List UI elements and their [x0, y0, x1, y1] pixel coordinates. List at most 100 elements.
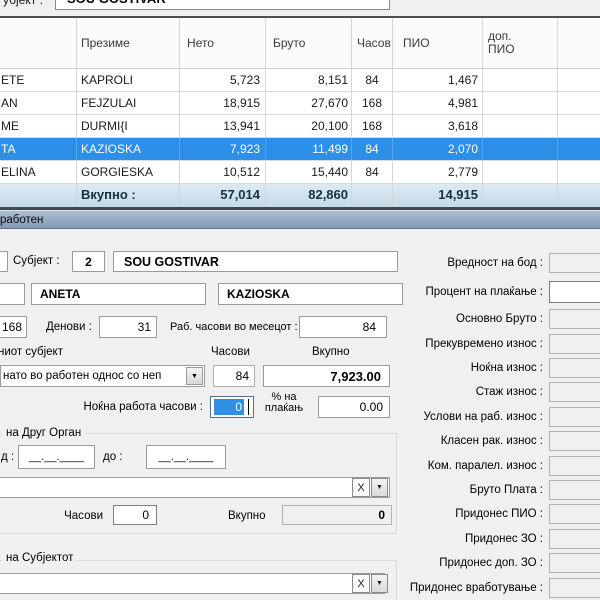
header-neto: Нето	[180, 18, 266, 68]
header-pio: ПИО	[393, 18, 483, 68]
payroll-app-window: убјект : SOU GOSTIVAR Презиме Нето Бруто…	[0, 0, 600, 600]
cell-c3: 15,440	[266, 161, 352, 183]
top-subject-field[interactable]: SOU GOSTIVAR	[55, 0, 390, 10]
date-to-label: до :	[103, 451, 123, 464]
date-from-label: д :	[1, 451, 14, 464]
right-field-label: Ноќна износ :	[408, 362, 543, 375]
date-to-input[interactable]: __.__.____	[146, 445, 226, 469]
right-field-label: Стаж износ :	[408, 386, 543, 399]
total-neto: 57,014	[180, 184, 266, 207]
cell-c4: 168	[352, 92, 393, 114]
other-organ-group-title: на Друг Орган	[2, 427, 85, 439]
cell-c2: 10,512	[180, 161, 266, 183]
table-row[interactable]: MEDURMI{I13,94120,1001683,618	[0, 115, 600, 138]
employee-panel-titlebar: работен	[0, 210, 600, 229]
relation-hours-field[interactable]: 84	[213, 365, 255, 387]
cell-c4: 168	[352, 115, 393, 137]
cell-c2: 5,723	[180, 69, 266, 91]
chevron-down-icon[interactable]: ▼	[371, 478, 388, 497]
main-subject-section-label: ниот субјект	[0, 346, 63, 359]
cell-c6	[483, 161, 558, 183]
relation-combobox[interactable]: нато во работен однос со неп ▼	[0, 365, 205, 387]
cell-c1: DURMI{I	[77, 115, 180, 137]
total-column-label: Вкупно	[312, 346, 350, 359]
right-field-label: Придонес вработување :	[408, 582, 543, 595]
chevron-down-icon[interactable]: ▼	[186, 367, 203, 385]
cell-c0: TA	[0, 138, 77, 160]
right-field-input	[549, 553, 600, 573]
cell-c3: 20,100	[266, 115, 352, 137]
right-field-input	[549, 334, 600, 354]
text-caret	[248, 399, 249, 415]
table-body: ETEKAPROLI5,7238,151841,467ANFEJZULAI18,…	[0, 69, 600, 184]
night-hours-input[interactable]: 0	[210, 396, 254, 418]
relation-value: нато во работен однос со неп	[1, 370, 161, 382]
cell-c6	[483, 92, 558, 114]
total-hours-field[interactable]: 168	[0, 316, 27, 338]
right-field-input	[549, 456, 600, 476]
relation-total-field[interactable]: 7,923.00	[263, 365, 390, 387]
subject-code-field[interactable]: 2	[72, 251, 105, 272]
right-field-input	[549, 407, 600, 427]
employees-table: Презиме Нето Бруто Часов ПИО доп. ПИО ET…	[0, 18, 600, 207]
other-organ-combobox[interactable]	[0, 477, 390, 498]
cell-c0: ETE	[0, 69, 77, 91]
night-hours-label: Ноќна работа часови :	[60, 401, 203, 414]
subject-name-field[interactable]: SOU GOSTIVAR	[113, 251, 398, 272]
hours-column-label: Часови	[211, 346, 250, 359]
right-field-label: Вредност на бод :	[408, 257, 543, 270]
cell-c6	[483, 115, 558, 137]
cell-c0: AN	[0, 92, 77, 114]
right-field-input	[549, 309, 600, 329]
right-field-label: Услови на раб. износ :	[408, 411, 543, 424]
cell-c5: 1,467	[393, 69, 483, 91]
text-selection: 0	[214, 399, 244, 415]
total-cell-name	[0, 184, 77, 207]
cut-field-b[interactable]	[0, 283, 25, 305]
right-field-label: Основно Бруто :	[408, 313, 543, 326]
other-organ-hours-label: Часови	[55, 510, 103, 523]
cut-field-a[interactable]	[0, 251, 8, 272]
right-field-label: Ком. паралел. износ :	[408, 460, 543, 473]
days-label: Денови :	[46, 321, 92, 334]
cell-c7	[558, 161, 600, 183]
table-row[interactable]: ANFEJZULAI18,91527,6701684,981	[0, 92, 600, 115]
table-total-row: Вкупно : 57,014 82,860 14,915	[0, 184, 600, 207]
subject-combobox[interactable]	[0, 573, 385, 594]
table-row[interactable]: TAKAZIOSKA7,92311,499842,070	[0, 138, 600, 161]
pct-pay-field[interactable]: 0.00	[318, 396, 390, 418]
days-field[interactable]: 31	[99, 316, 157, 338]
total-dop-pio	[483, 184, 558, 207]
cell-c6	[483, 138, 558, 160]
chevron-down-icon[interactable]: ▼	[371, 574, 388, 593]
right-field-label: Процент на плаќање :	[408, 286, 543, 299]
month-hours-label: Раб. часови во месецот :	[170, 321, 298, 334]
cell-c3: 8,151	[266, 69, 352, 91]
total-hours	[352, 184, 393, 207]
header-surname: Презиме	[77, 18, 180, 68]
cell-c1: GORGIESKA	[77, 161, 180, 183]
right-field-input	[549, 529, 600, 549]
date-from-input[interactable]: __.__.____	[18, 445, 95, 469]
right-field-input[interactable]	[549, 281, 600, 303]
cell-c5: 2,070	[393, 138, 483, 160]
other-organ-total-label: Вкупно	[228, 510, 266, 523]
employee-form: Субјект : 2 SOU GOSTIVAR ANETA KAZIOSKA …	[0, 229, 600, 600]
subject-label: Субјект :	[13, 255, 60, 268]
month-hours-field[interactable]: 84	[299, 316, 387, 338]
cell-c7	[558, 138, 600, 160]
last-name-field[interactable]: KAZIOSKA	[218, 283, 403, 305]
total-bruto: 82,860	[266, 184, 352, 207]
total-pio: 14,915	[393, 184, 483, 207]
first-name-field[interactable]: ANETA	[31, 283, 206, 305]
right-field-input	[549, 253, 600, 273]
header-name	[0, 18, 77, 68]
employee-panel-title: работен	[0, 214, 43, 226]
cell-c5: 3,618	[393, 115, 483, 137]
other-organ-hours-input[interactable]: 0	[113, 505, 157, 525]
table-row[interactable]: ELINAGORGIESKA10,51215,440842,779	[0, 161, 600, 184]
right-field-input	[549, 504, 600, 524]
table-row[interactable]: ETEKAPROLI5,7238,151841,467	[0, 69, 600, 92]
clear-icon[interactable]: X	[352, 478, 370, 497]
clear-icon[interactable]: X	[352, 574, 370, 593]
